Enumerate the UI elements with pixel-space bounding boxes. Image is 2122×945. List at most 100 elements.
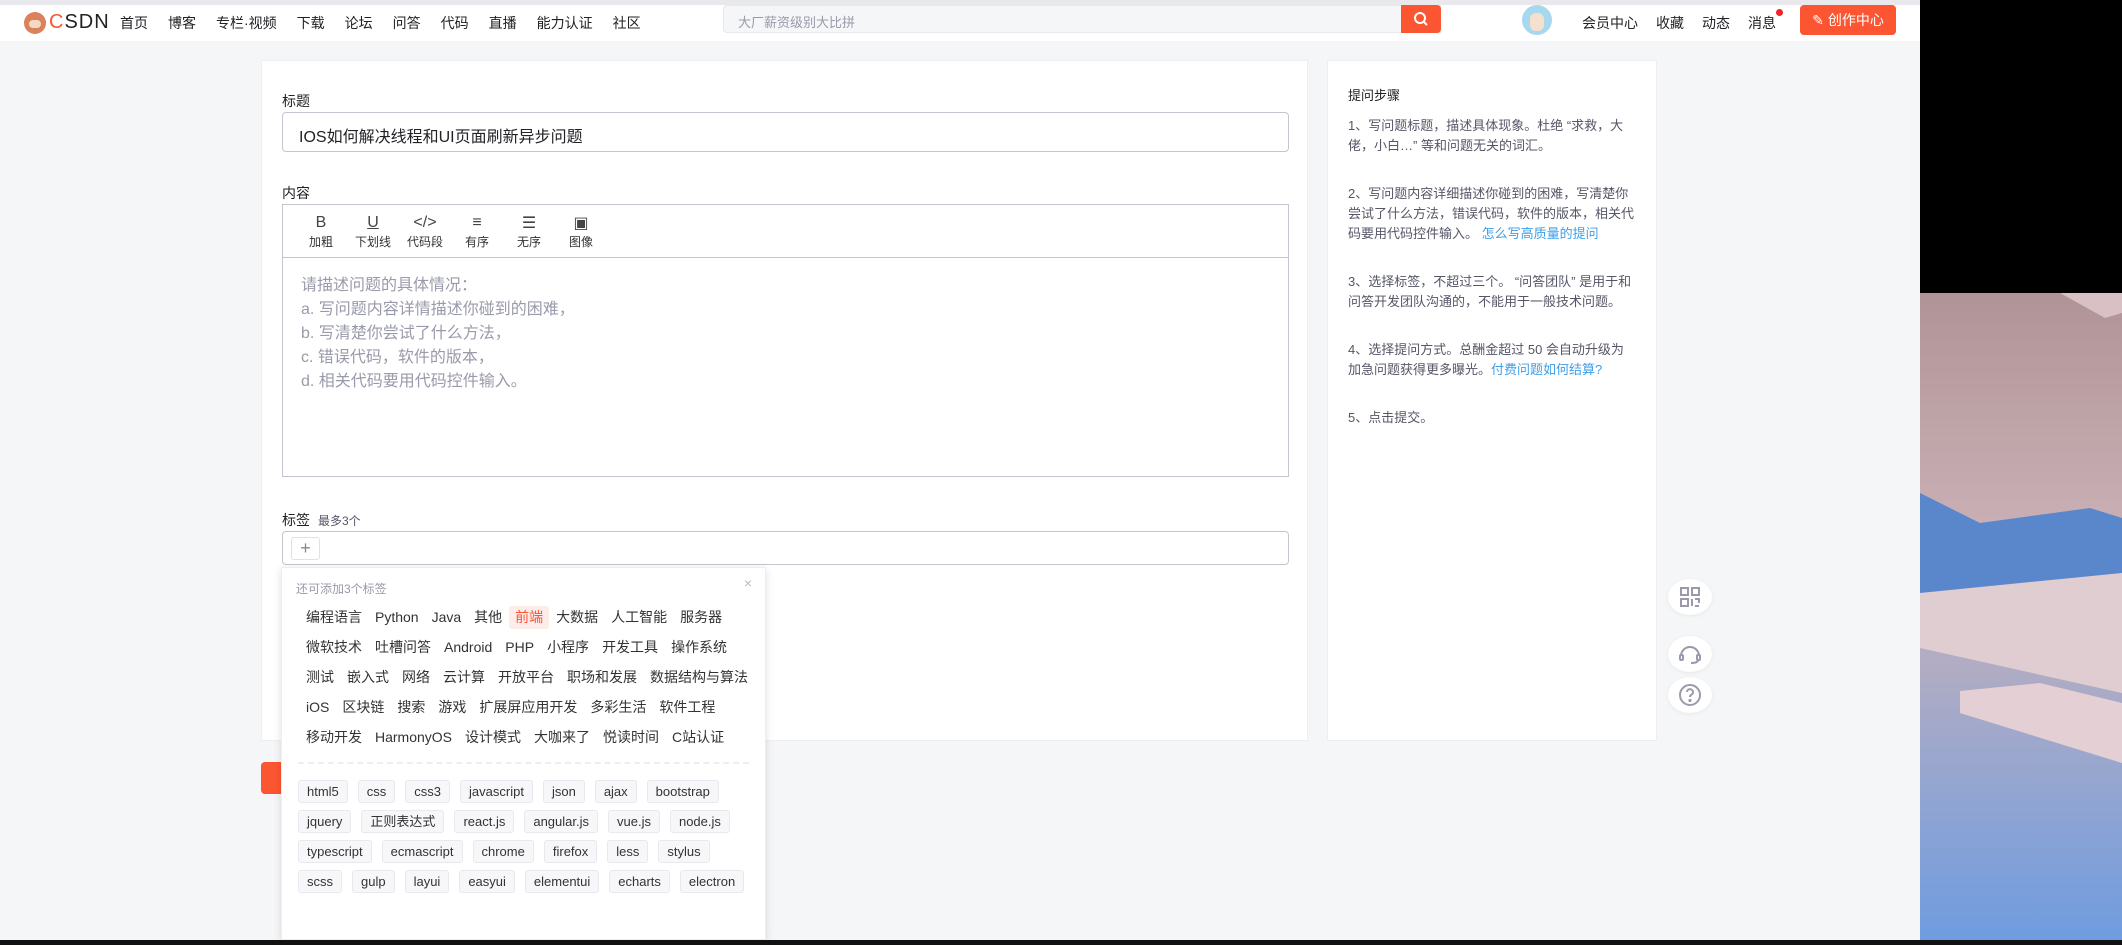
tag-option[interactable]: html5 [298, 780, 348, 803]
nav-item[interactable]: 会员中心 [1582, 13, 1638, 33]
nav-item[interactable]: 动态 [1702, 13, 1730, 33]
tag-category[interactable]: HarmonyOS [369, 726, 458, 749]
tag-option[interactable]: json [542, 780, 585, 803]
tag-option[interactable]: javascript [460, 780, 533, 803]
tag-category[interactable]: 服务器 [674, 606, 728, 629]
tag-option[interactable]: firefox [543, 840, 598, 863]
content-label: 内容 [282, 185, 310, 201]
tag-category[interactable]: 微软技术 [300, 636, 368, 659]
toolbar-button-image[interactable]: ▣ 图像 [555, 205, 607, 257]
tag-category[interactable]: Python [369, 606, 425, 629]
nav-item[interactable]: 下载 [297, 13, 325, 33]
avatar[interactable] [1522, 5, 1552, 35]
content-textarea[interactable]: 请描述问题的具体情况： a. 写问题内容详情描述你碰到的困难， b. 写清楚你尝试了… [283, 258, 1288, 410]
tag-category[interactable]: 移动开发 [300, 726, 368, 749]
tag-category[interactable]: 数据结构与算法 [644, 666, 754, 689]
toolbar-button-underline[interactable]: U 下划线 [347, 205, 399, 257]
tag-category[interactable]: 网络 [396, 666, 436, 689]
tag-category[interactable]: Java [426, 606, 468, 629]
tag-option[interactable]: less [607, 840, 649, 863]
tag-category[interactable]: 软件工程 [653, 696, 721, 719]
tag-option[interactable]: css3 [405, 780, 451, 803]
nav-item[interactable]: 论坛 [345, 13, 373, 33]
bottom-bar [0, 940, 2122, 945]
toolbar-button-ordered-list[interactable]: ≡ 有序 [451, 205, 503, 257]
qr-code-button[interactable] [1668, 579, 1712, 615]
nav-item[interactable]: 能力认证 [537, 13, 593, 33]
nav-item[interactable]: 收藏 [1656, 13, 1684, 33]
tag-category[interactable]: 开放平台 [492, 666, 560, 689]
user-nav: 会员中心 收藏 动态 消息 [1582, 5, 1783, 41]
tag-category[interactable]: PHP [499, 636, 540, 659]
tag-category[interactable]: 悦读时间 [597, 726, 665, 749]
tag-category[interactable]: 前端 [509, 606, 550, 629]
tag-option[interactable]: layui [404, 870, 450, 893]
tag-category[interactable]: 编程语言 [300, 606, 368, 629]
toolbar-button-unordered-list[interactable]: ☰ 无序 [503, 205, 555, 257]
nav-item[interactable]: 博客 [168, 13, 196, 33]
help-button[interactable] [1668, 677, 1712, 713]
tag-option[interactable]: electron [679, 870, 745, 893]
tag-option[interactable]: ecmascript [381, 840, 463, 863]
tag-category[interactable]: 游戏 [432, 696, 472, 719]
tag-category[interactable]: iOS [300, 696, 335, 719]
tag-option[interactable]: css [357, 780, 396, 803]
tag-category[interactable]: 区块链 [336, 696, 390, 719]
tag-option[interactable]: chrome [472, 840, 534, 863]
tag-option[interactable]: easyui [459, 870, 515, 893]
tag-category[interactable]: 开发工具 [596, 636, 664, 659]
create-center-button[interactable]: ✎ 创作中心 [1800, 5, 1896, 35]
tag-option[interactable]: jquery [298, 810, 352, 833]
csdn-logo[interactable]: CSDN [24, 11, 110, 34]
tag-category[interactable]: 测试 [300, 666, 340, 689]
tag-option[interactable]: echarts [609, 870, 670, 893]
title-input[interactable]: IOS如何解决线程和UI页面刷新异步问题 [282, 112, 1289, 152]
tag-option[interactable]: react.js [454, 810, 515, 833]
nav-item[interactable]: 代码 [441, 13, 469, 33]
nav-item[interactable]: 问答 [393, 13, 421, 33]
tag-category[interactable]: 人工智能 [605, 606, 673, 629]
nav-messages[interactable]: 消息 [1748, 9, 1783, 33]
add-tag-button[interactable]: + [291, 537, 320, 560]
search-button[interactable] [1401, 5, 1441, 33]
tag-option[interactable]: vue.js [608, 810, 660, 833]
tag-option[interactable]: scss [298, 870, 342, 893]
tag-option[interactable]: 正则表达式 [361, 810, 445, 833]
tag-option[interactable]: angular.js [524, 810, 598, 833]
tag-category[interactable]: 多彩生活 [584, 696, 652, 719]
tag-category[interactable]: 职场和发展 [561, 666, 643, 689]
background-3d-image [1920, 293, 2122, 940]
tag-option[interactable]: typescript [298, 840, 372, 863]
tag-category[interactable]: 吐槽问答 [369, 636, 437, 659]
tag-category[interactable]: 云计算 [437, 666, 491, 689]
tag-option[interactable]: stylus [658, 840, 710, 863]
tag-category[interactable]: 小程序 [541, 636, 595, 659]
tag-category[interactable]: C站认证 [666, 726, 730, 749]
tag-option[interactable]: elementui [524, 870, 600, 893]
tag-category[interactable]: 操作系统 [665, 636, 733, 659]
tag-option[interactable]: node.js [669, 810, 730, 833]
search-input[interactable]: 大厂薪资级别大比拼 [723, 5, 1441, 33]
toolbar-button-code[interactable]: </> 代码段 [399, 205, 451, 257]
tag-category[interactable]: 嵌入式 [341, 666, 395, 689]
quality-question-link[interactable]: 怎么写高质量的提问 [1482, 226, 1599, 241]
tags-input[interactable]: + [282, 531, 1289, 565]
customer-service-button[interactable] [1668, 636, 1712, 672]
nav-item[interactable]: 首页 [120, 13, 148, 33]
tag-category[interactable]: 其他 [468, 606, 508, 629]
tag-category[interactable]: 大咖来了 [528, 726, 596, 749]
nav-item[interactable]: 社区 [613, 13, 641, 33]
nav-item[interactable]: 专栏·视频 [216, 13, 277, 33]
toolbar-button-bold[interactable]: B 加粗 [295, 205, 347, 257]
paid-question-link[interactable]: 付费问题如何结算? [1491, 362, 1602, 377]
tag-option[interactable]: gulp [352, 870, 395, 893]
tag-category[interactable]: 大数据 [550, 606, 604, 629]
close-icon[interactable]: × [744, 575, 752, 591]
tag-option[interactable]: ajax [594, 780, 637, 803]
tag-category[interactable]: 设计模式 [459, 726, 527, 749]
tag-category[interactable]: Android [438, 636, 498, 659]
nav-item[interactable]: 直播 [489, 13, 517, 33]
tag-category[interactable]: 搜索 [391, 696, 431, 719]
tag-category[interactable]: 扩展屏应用开发 [473, 696, 583, 719]
tag-option[interactable]: bootstrap [646, 780, 719, 803]
